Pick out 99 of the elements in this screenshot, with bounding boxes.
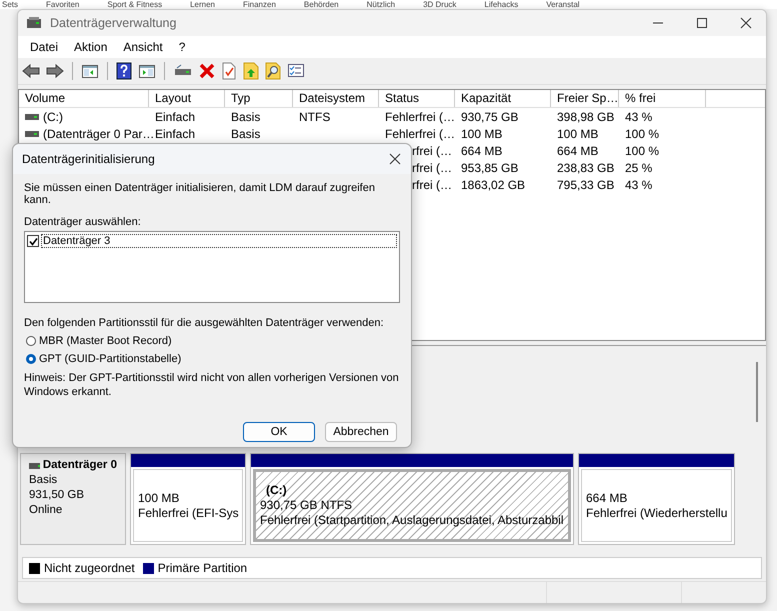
partition-status: Fehlerfrei (Startpartition, Auslagerungsdatei, Absturzabbil xyxy=(260,513,564,528)
table-cell: Fehlerfrei (… xyxy=(385,110,456,124)
radio-button[interactable] xyxy=(26,336,36,346)
table-cell: 100 % xyxy=(625,126,660,140)
table-cell: 953,85 GB xyxy=(461,160,518,174)
partition-block[interactable]: (C:) 930,75 GB NTFS Fehlerfrei (Startpartition, Auslagerungsdatei, Absturzabbil xyxy=(250,453,574,545)
column-header[interactable]: Freier Sp… xyxy=(551,90,619,107)
back-arrow-icon[interactable] xyxy=(22,63,40,79)
drive-icon xyxy=(25,130,39,136)
ok-button[interactable]: OK xyxy=(243,422,315,442)
table-cell: 795,33 GB xyxy=(557,178,614,192)
partition-status: Fehlerfrei (EFI-Sys xyxy=(138,506,238,520)
field-label: Datenträger auswählen: xyxy=(24,216,142,228)
radio-option[interactable]: GPT (GUID-Partitionstabelle) xyxy=(26,353,400,365)
column-header[interactable]: Volume xyxy=(19,90,149,107)
radio-option[interactable]: MBR (Master Boot Record) xyxy=(26,335,400,347)
disk-info-panel[interactable]: Datenträger 0 Basis 931,50 GB Online xyxy=(20,453,126,545)
legend-label: Nicht zugeordnet xyxy=(44,561,135,575)
drive-icon xyxy=(29,462,40,468)
table-cell: 25 % xyxy=(625,160,652,174)
partition-block[interactable]: 100 MB Fehlerfrei (EFI-Sys xyxy=(130,453,246,545)
drive-icon xyxy=(25,114,39,120)
dialog-title: Datenträgerinitialisierung xyxy=(22,152,155,166)
disk-status: Online xyxy=(29,503,64,518)
checked-document-icon[interactable] xyxy=(221,62,237,80)
checkbox[interactable] xyxy=(27,235,39,247)
table-cell: Basis xyxy=(231,110,260,124)
delete-icon[interactable] xyxy=(199,63,215,79)
disk-type: Basis xyxy=(29,473,58,488)
radio-button[interactable] xyxy=(26,354,36,364)
table-cell: Einfach xyxy=(155,126,196,140)
table-cell: Basis xyxy=(231,126,260,140)
disk-list[interactable]: Datenträger 3 xyxy=(24,231,400,303)
bookmark-item[interactable]: Behörden xyxy=(304,0,339,9)
note-text: Hinweis: Der GPT-Partitionsstil wird nicht von allen vorherigen Versionen von Windows erkannt. xyxy=(24,371,400,399)
bookmark-item[interactable]: Nützlich xyxy=(366,0,396,9)
menu-item[interactable]: Aktion xyxy=(66,40,116,54)
disk-size: 931,50 GB xyxy=(29,488,85,503)
bookmark-item[interactable]: Veranstal xyxy=(546,0,580,9)
table-cell: NTFS xyxy=(299,110,330,124)
bookmark-item[interactable]: Finanzen xyxy=(242,0,276,9)
maximize-icon[interactable] xyxy=(696,17,708,29)
bookmark-item[interactable]: Favoriten xyxy=(46,0,80,9)
table-cell: 43 % xyxy=(625,178,652,192)
table-cell: 100 MB xyxy=(461,126,502,140)
window-title: Datenträgerverwaltung xyxy=(50,16,178,30)
scrollbar[interactable] xyxy=(756,362,758,422)
column-header[interactable]: % frei xyxy=(619,90,706,107)
table-cell: 43 % xyxy=(625,110,652,124)
dialog-message: Sie müssen einen Datenträger initialisieren, damit LDM darauf zugreifen kann. xyxy=(24,182,376,206)
table-cell: 398,98 GB xyxy=(557,110,614,124)
partition-size: 664 MB xyxy=(586,490,628,506)
list-item[interactable]: Datenträger 3 xyxy=(41,234,397,248)
table-cell: (C:) xyxy=(43,110,63,124)
table-cell: rfrei (… xyxy=(412,160,452,174)
table-cell: 930,75 GB xyxy=(461,110,518,124)
table-cell: 664 MB xyxy=(461,144,502,158)
table-cell: 664 MB xyxy=(557,144,598,158)
properties-icon[interactable] xyxy=(287,63,305,79)
disk-drive-icon xyxy=(26,16,42,30)
table-cell: Fehlerfrei (… xyxy=(385,126,456,140)
column-header[interactable]: Dateisystem xyxy=(293,90,379,107)
column-header[interactable]: Typ xyxy=(225,90,293,107)
field-label: Den folgenden Partitionsstil für die ausgewählten Datenträger verwenden: xyxy=(24,317,385,329)
table-cell: 1863,02 GB xyxy=(461,178,526,192)
table-cell: 100 % xyxy=(625,144,660,158)
close-icon[interactable] xyxy=(389,153,401,165)
bookmark-item[interactable]: Lifehacks xyxy=(484,0,518,9)
disk-name: Datenträger 0 xyxy=(42,458,117,473)
menu-item[interactable]: ? xyxy=(170,40,194,54)
search-icon[interactable] xyxy=(265,62,281,80)
column-header[interactable]: Layout xyxy=(149,90,225,107)
forward-arrow-icon[interactable] xyxy=(46,63,64,79)
panel-icon[interactable] xyxy=(138,63,156,79)
column-header[interactable]: Kapazität xyxy=(455,90,551,107)
table-cell: 238,83 GB xyxy=(557,160,614,174)
table-cell: Einfach xyxy=(155,110,196,124)
legend-label: Primäre Partition xyxy=(158,561,248,575)
menu-item[interactable]: Ansicht xyxy=(115,40,171,54)
partition-label: (C:) xyxy=(265,483,288,498)
folder-up-icon[interactable] xyxy=(243,62,259,80)
help-icon[interactable] xyxy=(116,62,132,80)
cancel-button[interactable]: Abbrechen xyxy=(325,422,397,442)
close-icon[interactable] xyxy=(740,17,752,29)
partition-block[interactable]: 664 MB Fehlerfrei (Wiederherstellu xyxy=(578,453,735,545)
column-header[interactable]: Status xyxy=(379,90,455,107)
panel-icon[interactable] xyxy=(81,63,99,79)
table-cell: rfrei (… xyxy=(412,144,452,158)
table-cell: (Datenträger 0 Par… xyxy=(43,126,154,140)
bookmark-item[interactable]: Sets xyxy=(2,0,18,9)
bookmark-item[interactable]: Sport & Fitness xyxy=(107,0,162,9)
bookmark-item[interactable]: Lernen xyxy=(190,0,215,9)
table-cell: 100 MB xyxy=(557,126,598,140)
bookmark-item[interactable]: 3D Druck xyxy=(423,0,456,9)
partition-status: Fehlerfrei (Wiederherstellu xyxy=(586,506,727,520)
partition-size: 930,75 GB NTFS xyxy=(260,498,354,513)
table-cell: rfrei (… xyxy=(412,178,452,192)
partition-size: 100 MB xyxy=(138,490,180,506)
menu-item[interactable]: Datei xyxy=(22,40,66,54)
